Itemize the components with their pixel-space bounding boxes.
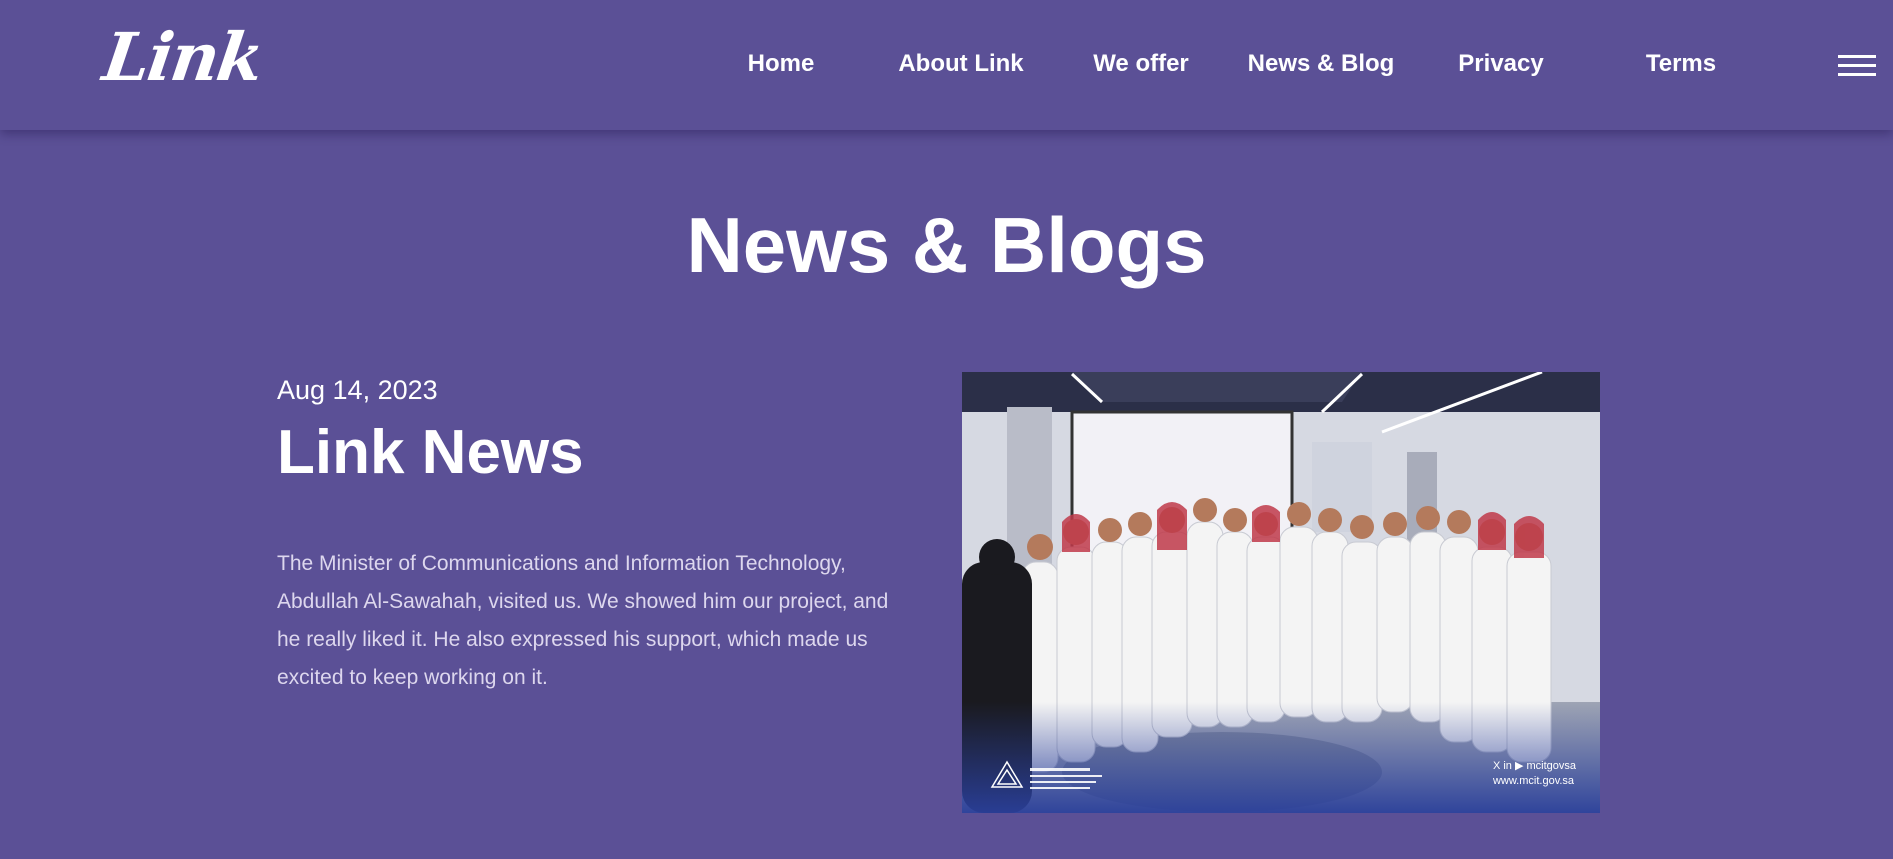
post-photo: X in ▶ mcitgovsa www.mcit.gov.sa <box>962 372 1600 813</box>
site-header: Link Home About Link We offer News & Blo… <box>0 0 1893 130</box>
image-watermark: X in ▶ mcitgovsa www.mcit.gov.sa <box>1493 759 1576 789</box>
website-url: www.mcit.gov.sa <box>1492 775 1575 787</box>
post-body: The Minister of Communications and Infor… <box>277 552 889 689</box>
nav-about-link[interactable]: About Link <box>886 50 1036 78</box>
nav-we-offer[interactable]: We offer <box>1066 50 1216 78</box>
social-handle: X in ▶ mcitgovsa <box>1492 760 1576 772</box>
link-logo[interactable]: Link <box>99 18 267 96</box>
hamburger-icon[interactable] <box>1838 55 1876 79</box>
post-date: Aug 14, 2023 <box>277 375 438 405</box>
post-title: Link News <box>277 418 584 487</box>
nav-news-blog[interactable]: News & Blog <box>1246 50 1396 78</box>
page-title: News & Blogs <box>686 201 1207 289</box>
nav-privacy[interactable]: Privacy <box>1426 50 1576 78</box>
nav-home[interactable]: Home <box>706 50 856 78</box>
nav-terms[interactable]: Terms <box>1606 50 1756 78</box>
